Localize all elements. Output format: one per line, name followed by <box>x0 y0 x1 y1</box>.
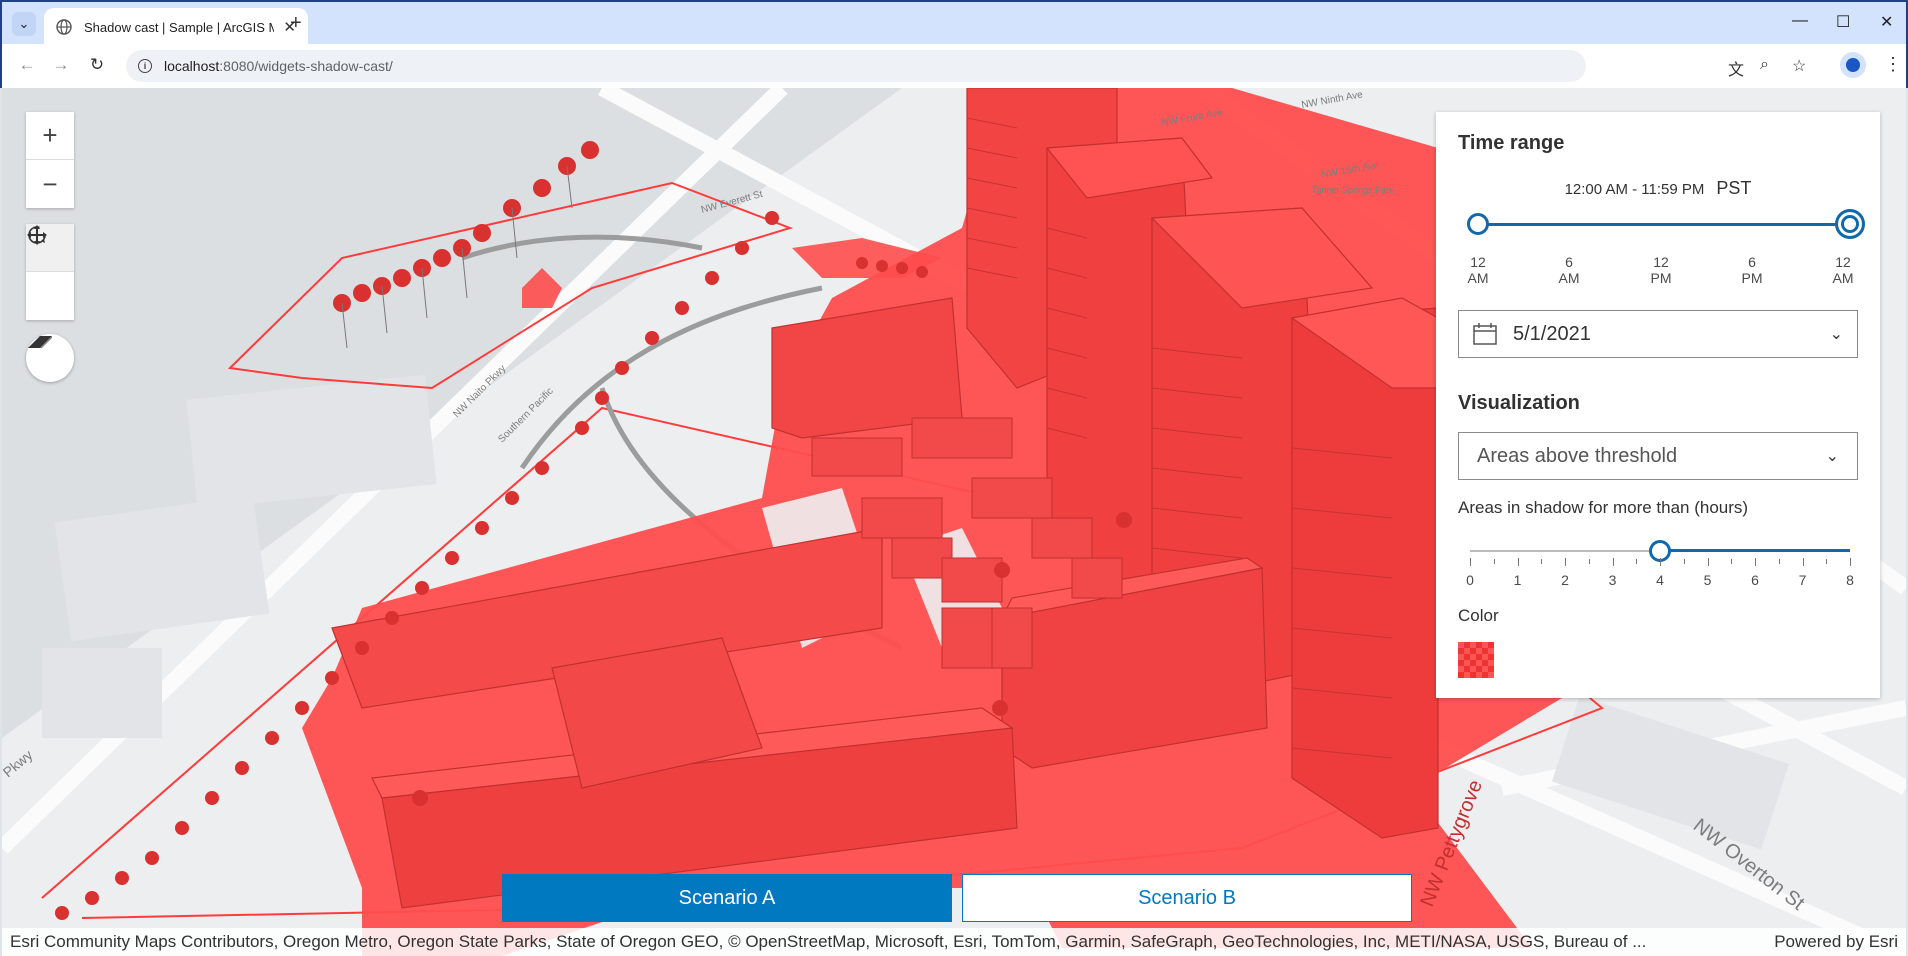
new-tab-icon[interactable]: + <box>290 12 302 35</box>
shadow-color-swatch[interactable] <box>1458 642 1494 678</box>
threshold-tick-mark <box>1588 559 1590 564</box>
threshold-tick-mark <box>1850 558 1851 566</box>
threshold-tick-label: 2 <box>1561 572 1569 588</box>
time-tick: 12 AM <box>1832 254 1854 286</box>
threshold-tick-mark <box>1541 559 1543 564</box>
threshold-tick-mark <box>1683 559 1685 564</box>
threshold-tick-mark <box>1731 559 1733 564</box>
bookmark-star-icon[interactable]: ☆ <box>1792 56 1806 76</box>
threshold-tick-label: 5 <box>1703 572 1712 588</box>
time-tick: 12 AM <box>1467 254 1489 286</box>
globe-icon <box>56 19 72 35</box>
threshold-tick-mark <box>1707 558 1709 566</box>
chevron-down-icon: ⌄ <box>1829 326 1843 343</box>
threshold-tick-mark <box>1565 558 1566 566</box>
maximize-icon[interactable]: ☐ <box>1836 12 1850 32</box>
threshold-tick-label: 6 <box>1751 572 1759 588</box>
threshold-tick-mark <box>1802 558 1804 566</box>
threshold-tick-label: 7 <box>1798 572 1807 588</box>
browser-tab[interactable]: Shadow cast | Sample | ArcGIS Maps SDK ✕ <box>44 8 308 46</box>
translate-icon[interactable]: 文 <box>1728 56 1744 80</box>
visualization-select[interactable]: Areas above threshold ⌄ <box>1458 432 1858 480</box>
navigation-toggle <box>26 224 74 320</box>
time-start-thumb[interactable] <box>1467 213 1489 235</box>
threshold-tick-mark <box>1778 559 1780 564</box>
time-window-label: 12:00 AM - 11:59 PM <box>1564 181 1705 198</box>
forward-icon[interactable]: → <box>50 55 72 75</box>
minimize-icon[interactable]: — <box>1792 12 1808 30</box>
visualization-value: Areas above threshold <box>1477 444 1678 467</box>
address-bar: ← → ↻ i localhost:8080/widgets-shadow-ca… <box>0 44 1908 88</box>
url-path: :8080/widgets-shadow-cast/ <box>219 58 393 74</box>
threshold-tick-label: 8 <box>1846 572 1854 588</box>
threshold-tick-mark <box>1612 558 1614 566</box>
threshold-tick-mark <box>1517 558 1519 566</box>
zoom-in-button[interactable]: + <box>26 112 74 160</box>
date-picker[interactable]: 5/1/2021 ⌄ <box>1458 310 1858 358</box>
time-tick: 6 AM <box>1558 254 1580 286</box>
timezone-label: PST <box>1716 178 1752 198</box>
scenario-b-button[interactable]: Scenario B <box>962 874 1412 922</box>
time-tick: 6 PM <box>1741 254 1763 286</box>
threshold-fill <box>1660 549 1850 552</box>
threshold-tick-mark <box>1826 559 1828 564</box>
rotate-button[interactable] <box>26 226 74 320</box>
date-value: 5/1/2021 <box>1513 322 1591 345</box>
compass-icon <box>28 336 52 348</box>
shadow-cast-panel: Time range 12:00 AM - 11:59 PM PST 12 AM 6… <box>1436 112 1880 698</box>
time-end-thumb[interactable] <box>1835 209 1865 239</box>
threshold-tick-label: 1 <box>1513 572 1522 588</box>
browser-menu-icon[interactable]: ⋮ <box>1884 54 1902 75</box>
url-host: localhost <box>164 58 220 74</box>
compass-button[interactable] <box>26 334 74 382</box>
threshold-tick-mark <box>1636 559 1638 564</box>
attribution-sources[interactable]: Esri Community Maps Contributors, Oregon… <box>10 932 1750 952</box>
threshold-tick-label: 4 <box>1656 572 1664 588</box>
threshold-tick-label: 0 <box>1466 572 1474 588</box>
zoom-controls: + − <box>26 112 74 208</box>
plus-icon: + <box>42 120 58 150</box>
street-label: Tanner Springs Park <box>1312 185 1394 195</box>
time-range-title: Time range <box>1458 132 1565 154</box>
chevron-down-icon: ⌄ <box>1825 448 1839 465</box>
site-info-icon[interactable]: i <box>138 59 152 73</box>
time-range-track[interactable] <box>1478 223 1850 226</box>
threshold-tick-mark <box>1660 558 1661 566</box>
calendar-icon <box>1473 323 1497 345</box>
browser-tab-bar: ⌄ Shadow cast | Sample | ArcGIS Maps SDK… <box>0 0 1908 46</box>
scenario-a-button[interactable]: Scenario A <box>502 874 952 922</box>
time-tick: 12 PM <box>1650 254 1672 286</box>
visualization-title: Visualization <box>1458 392 1580 414</box>
threshold-tick-mark <box>1755 558 1756 566</box>
back-icon[interactable]: ← <box>16 55 38 75</box>
threshold-tick-mark <box>1493 559 1495 564</box>
threshold-tick-label: 3 <box>1608 572 1617 588</box>
reload-icon[interactable]: ↻ <box>86 55 108 75</box>
threshold-tick-mark <box>1470 558 1471 566</box>
powered-by-esri[interactable]: Powered by Esri <box>1774 932 1898 952</box>
attribution-bar: Esri Community Maps Contributors, Oregon… <box>2 928 1906 956</box>
tab-title: Shadow cast | Sample | ArcGIS Maps SDK <box>84 19 274 35</box>
url-input[interactable]: i localhost:8080/widgets-shadow-cast/ <box>126 50 1586 82</box>
color-label: Color <box>1458 606 1499 625</box>
zoom-icon[interactable]: ⌕ <box>1760 56 1769 74</box>
rotate-icon <box>28 226 46 244</box>
threshold-label: Areas in shadow for more than (hours) <box>1458 498 1749 517</box>
tab-search-icon[interactable]: ⌄ <box>12 12 36 36</box>
zoom-out-button[interactable]: − <box>26 160 74 208</box>
profile-avatar[interactable] <box>1840 52 1866 78</box>
window-close-icon[interactable]: ✕ <box>1880 12 1893 32</box>
minus-icon: − <box>42 168 58 199</box>
